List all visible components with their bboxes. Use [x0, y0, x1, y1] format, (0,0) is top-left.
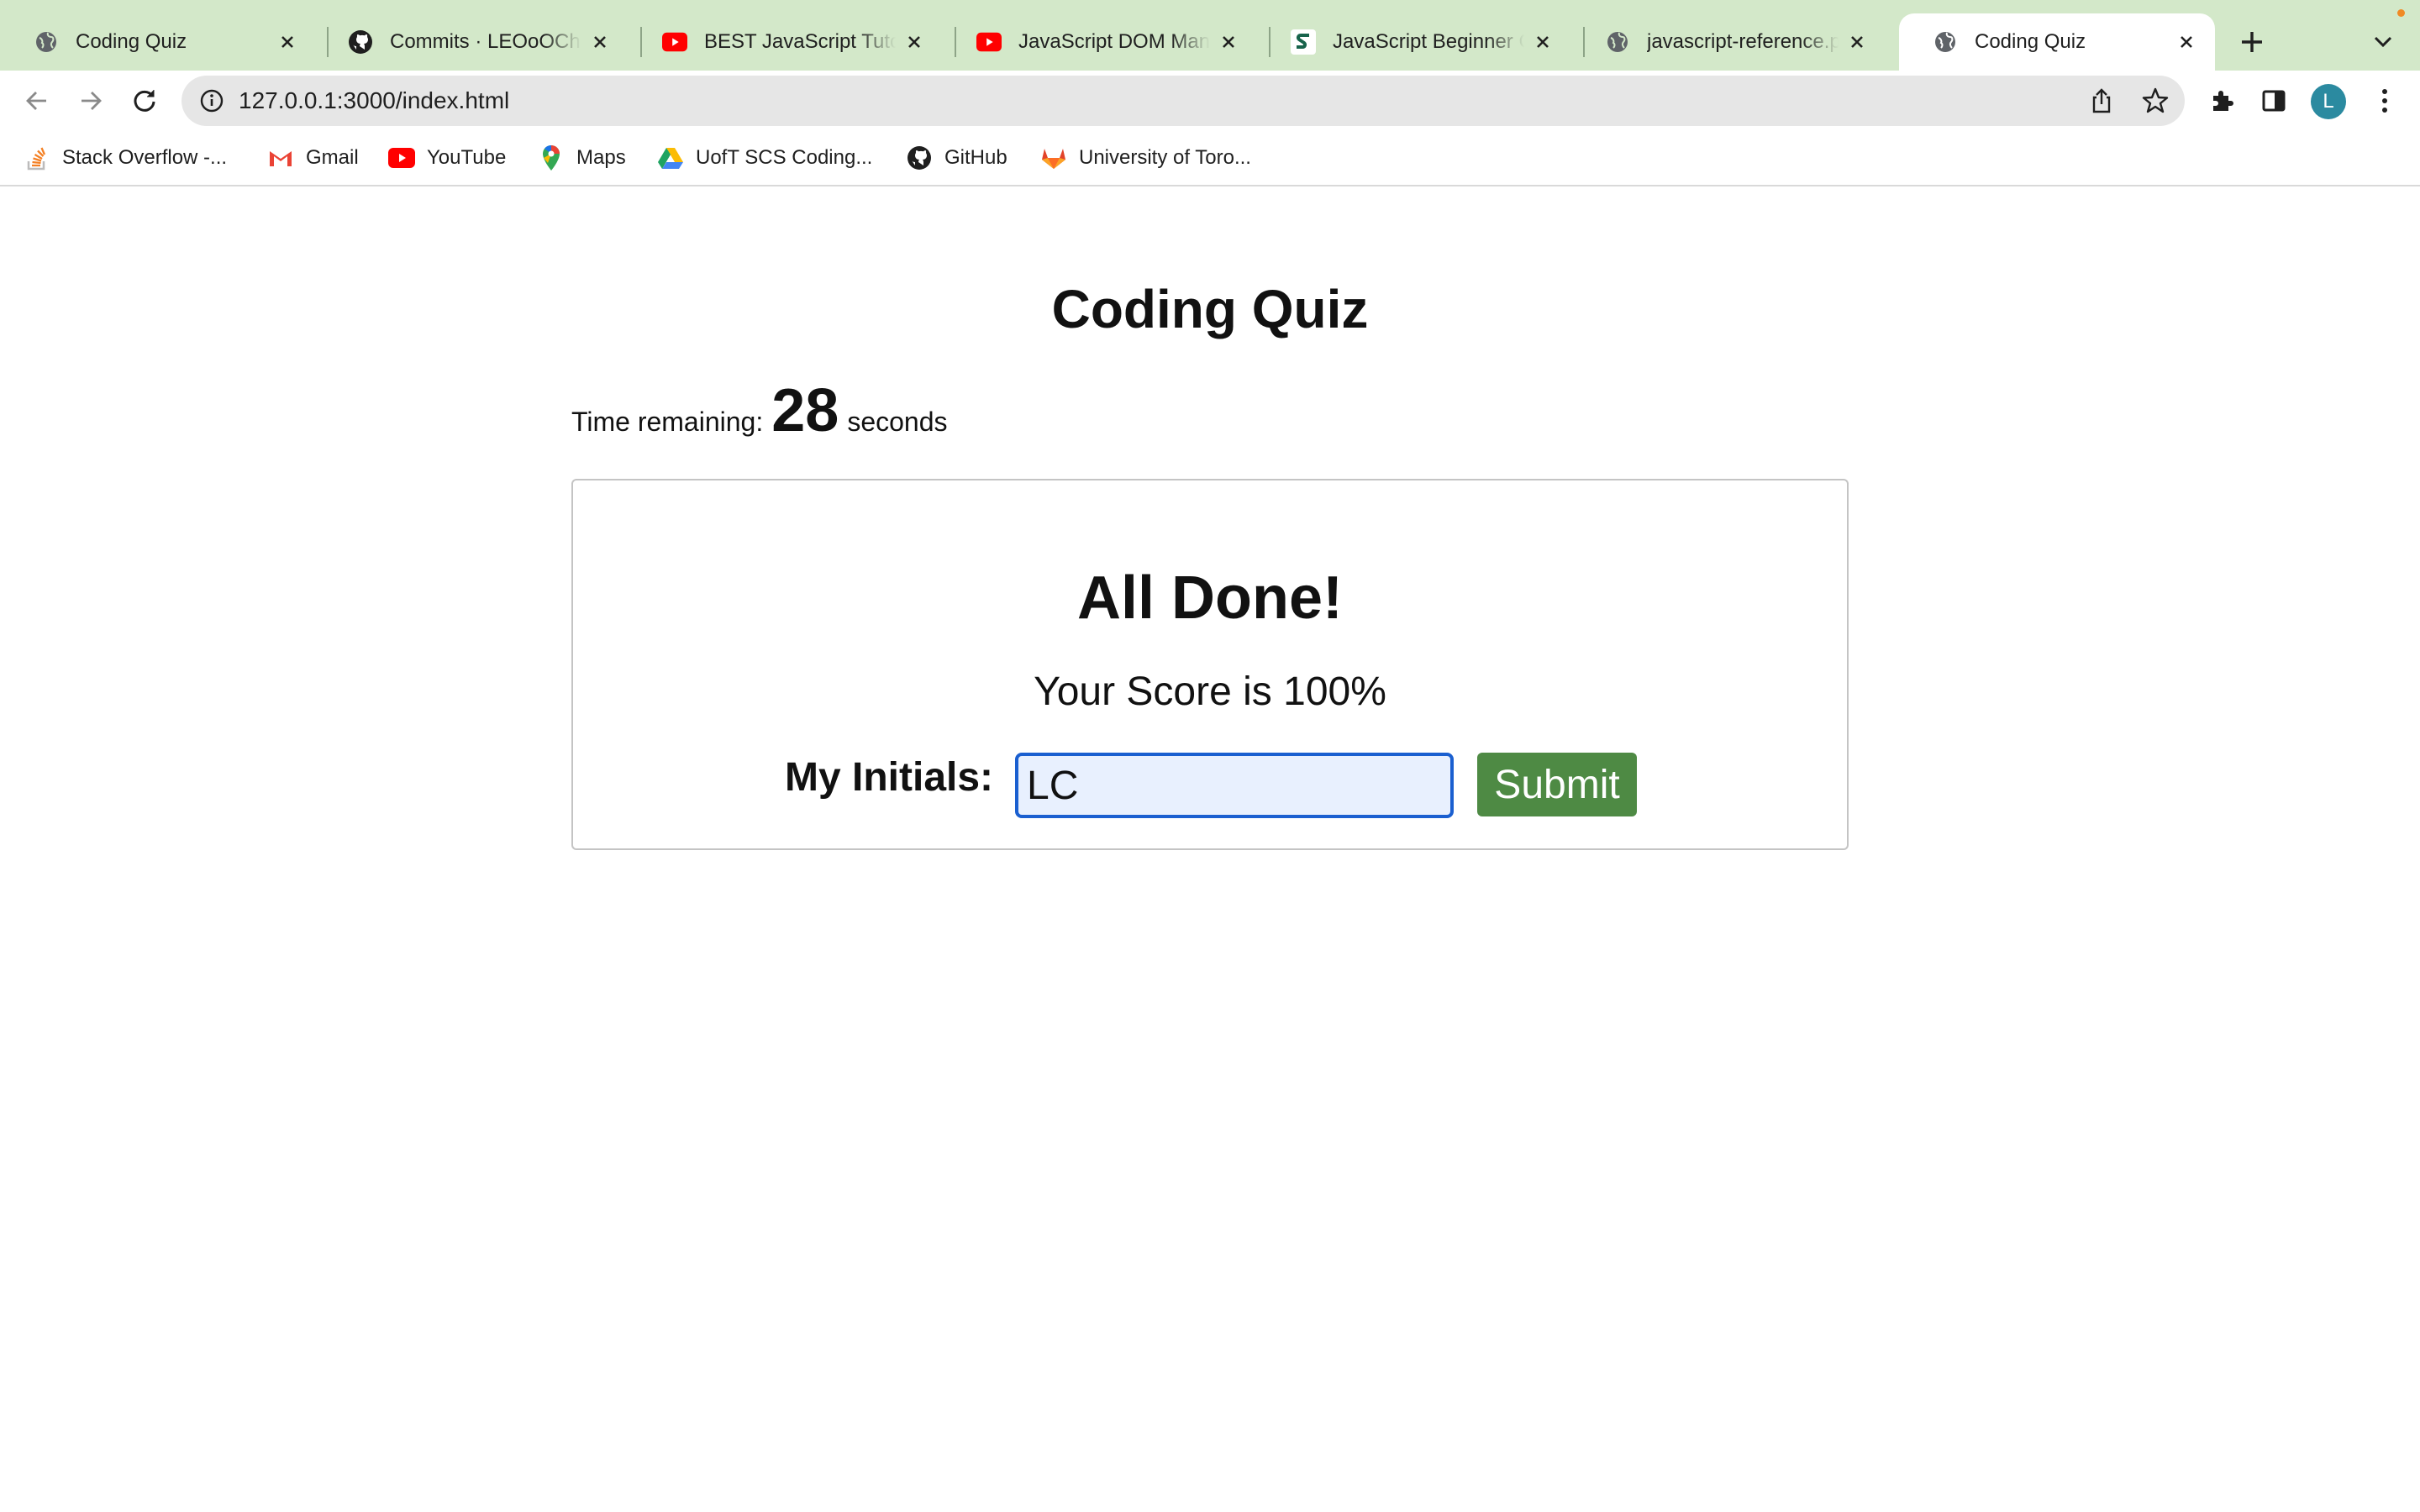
globe-icon: [1933, 29, 1958, 55]
timer-seconds: 28: [771, 377, 839, 444]
bookmark-label: YouTube: [427, 146, 507, 169]
side-panel-icon: [2262, 90, 2286, 112]
bookmark-youtube[interactable]: YouTube: [388, 141, 506, 175]
bookmark-uoft-scs[interactable]: UofT SCS Coding...: [657, 141, 872, 175]
close-icon[interactable]: [1531, 30, 1555, 54]
github-icon: [348, 29, 373, 55]
arrow-left-icon: [26, 92, 46, 110]
menu-button[interactable]: [2366, 82, 2403, 119]
tab-youtube-best-js[interactable]: BEST JavaScript Tutorial: [629, 13, 943, 71]
tab-coding-quiz-active[interactable]: Coding Quiz: [1899, 13, 2215, 71]
tab-js-reference[interactable]: javascript-reference.pdf: [1571, 13, 1886, 71]
youtube-icon: [388, 144, 415, 171]
timer-prefix: Time remaining:: [571, 407, 764, 437]
result-card: All Done! Your Score is 100% My Initials…: [571, 479, 1849, 850]
reload-button[interactable]: [126, 82, 163, 119]
tab-strip: Coding Quiz Commits · LEOoOChan BEST Jav…: [0, 0, 2420, 71]
tab-title: Coding Quiz: [1975, 30, 2086, 53]
bookmark-label: Gmail: [306, 146, 359, 169]
forward-button[interactable]: [72, 82, 109, 119]
youtube-icon: [976, 29, 1002, 55]
tab-github-commits[interactable]: Commits · LEOoOChan: [314, 13, 629, 71]
bookmark-university-of-toronto[interactable]: University of Toro...: [1040, 141, 1251, 175]
back-button[interactable]: [18, 82, 55, 119]
bookmark-stackoverflow[interactable]: Stack Overflow -...: [24, 141, 227, 175]
tab-search-button[interactable]: [2368, 27, 2398, 57]
extensions-button[interactable]: [2203, 82, 2240, 119]
submit-button[interactable]: Submit: [1477, 753, 1637, 816]
share-icon[interactable]: [2087, 87, 2116, 115]
bookmark-github[interactable]: GitHub: [906, 141, 1007, 175]
globe-icon: [1605, 29, 1630, 55]
bookmark-label: Maps: [576, 146, 626, 169]
tab-coding-quiz-1[interactable]: Coding Quiz: [0, 13, 316, 71]
close-icon[interactable]: [588, 30, 612, 54]
initials-label: My Initials:: [785, 755, 994, 800]
new-tab-button[interactable]: [2235, 25, 2269, 59]
tab-title: JavaScript DOM Manipulation: [1018, 30, 1210, 53]
close-icon[interactable]: [276, 30, 299, 54]
side-panel-button[interactable]: [2255, 82, 2292, 119]
drive-icon: [657, 144, 684, 171]
chevron-down-icon: [2374, 36, 2392, 48]
notification-dot: [2397, 9, 2405, 17]
url-text[interactable]: 127.0.0.1:3000/index.html: [239, 87, 509, 114]
s-logo-icon: [1291, 29, 1316, 55]
stackoverflow-icon: [24, 144, 50, 171]
initials-input[interactable]: [1015, 753, 1454, 818]
gmail-icon: [267, 144, 294, 171]
close-icon[interactable]: [1845, 30, 1869, 54]
arrow-right-icon: [82, 92, 102, 110]
gitlab-icon: [1040, 144, 1067, 171]
address-bar[interactable]: 127.0.0.1:3000/index.html: [182, 76, 2185, 126]
maps-pin-icon: [538, 144, 565, 171]
tab-js-beginner[interactable]: JavaScript Beginner Course: [1257, 13, 1571, 71]
close-icon[interactable]: [1217, 30, 1240, 54]
kebab-menu-icon: [2382, 89, 2387, 113]
bookmark-maps[interactable]: Maps: [538, 141, 626, 175]
github-icon: [906, 144, 933, 171]
globe-icon: [34, 29, 59, 55]
result-heading: All Done!: [1077, 564, 1343, 632]
tab-title: BEST JavaScript Tutorial: [704, 30, 896, 53]
tab-title: JavaScript Beginner Course: [1333, 30, 1524, 53]
browser-toolbar: 127.0.0.1:3000/index.html L: [0, 71, 2420, 131]
reload-icon: [134, 90, 155, 112]
timer: Time remaining: 28 seconds: [571, 376, 948, 445]
timer-suffix: seconds: [847, 407, 948, 437]
tab-title: javascript-reference.pdf: [1647, 30, 1839, 53]
bookmark-label: UofT SCS Coding...: [696, 146, 873, 169]
close-icon[interactable]: [902, 30, 926, 54]
bookmark-gmail[interactable]: Gmail: [267, 141, 359, 175]
profile-avatar[interactable]: L: [2311, 84, 2346, 119]
puzzle-icon: [2213, 91, 2233, 111]
bookmark-star-icon[interactable]: [2141, 87, 2170, 115]
bookmark-label: Stack Overflow -...: [62, 146, 228, 169]
score-text: Your Score is 100%: [1034, 669, 1386, 714]
page-title: Coding Quiz: [1051, 279, 1369, 339]
bookmarks-bar: Stack Overflow -... Gmail YouTube Maps U…: [0, 131, 2420, 186]
youtube-icon: [662, 29, 687, 55]
close-icon[interactable]: [2175, 30, 2198, 54]
tab-title: Coding Quiz: [76, 30, 187, 53]
tab-title: Commits · LEOoOChan: [390, 30, 581, 53]
bookmark-label: GitHub: [944, 146, 1007, 169]
bookmark-label: University of Toro...: [1079, 146, 1251, 169]
info-icon[interactable]: [198, 87, 225, 114]
tab-youtube-dom[interactable]: JavaScript DOM Manipulation: [943, 13, 1257, 71]
plus-icon: [2242, 32, 2262, 52]
